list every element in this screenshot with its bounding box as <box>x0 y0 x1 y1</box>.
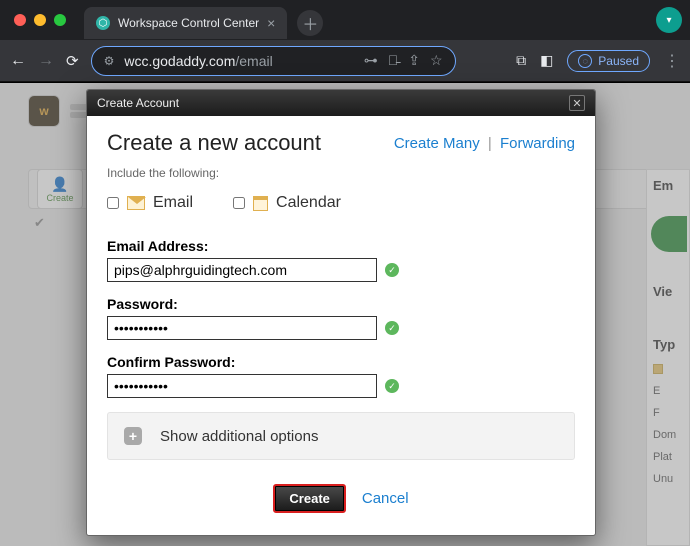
modal-header-links: Create Many | Forwarding <box>394 135 575 152</box>
browser-tab[interactable]: ⬡ Workspace Control Center × <box>84 7 287 39</box>
share-icon[interactable]: ⇪ <box>408 52 420 69</box>
modal-titlebar-text: Create Account <box>97 96 179 110</box>
window-controls <box>14 14 66 26</box>
valid-check-icon: ✓ <box>385 379 399 393</box>
confirm-password-input[interactable] <box>107 374 377 398</box>
extensions-icon[interactable]: ⧉ <box>516 52 526 69</box>
confirm-password-label: Confirm Password: <box>107 354 575 370</box>
mail-icon <box>127 196 145 210</box>
modal-heading: Create a new account <box>107 130 321 156</box>
tab-title: Workspace Control Center <box>118 16 259 30</box>
tab-overflow-button[interactable]: ▾ <box>656 7 682 33</box>
cancel-button[interactable]: Cancel <box>362 490 409 507</box>
plus-icon: + <box>124 427 142 445</box>
forwarding-link[interactable]: Forwarding <box>500 135 575 152</box>
page-content: w 👤 Create Ema 🔍 ✔ Em Vie Typ E F Dom Pl… <box>0 82 690 546</box>
url-host: wcc.godaddy.com <box>124 53 235 69</box>
password-label: Password: <box>107 296 575 312</box>
email-checkbox[interactable] <box>107 197 119 209</box>
key-icon[interactable]: ⊶ <box>364 52 378 69</box>
paused-label: Paused <box>598 54 639 68</box>
nav-back-button[interactable]: ← <box>10 52 26 70</box>
window-close-button[interactable] <box>14 14 26 26</box>
profile-paused-badge[interactable]: ◌ Paused <box>567 50 650 72</box>
url-text: wcc.godaddy.com/email <box>124 53 353 69</box>
modal-close-button[interactable]: ✕ <box>569 95 585 111</box>
window-maximize-button[interactable] <box>54 14 66 26</box>
profile-avatar-icon: ◌ <box>578 54 592 68</box>
browser-toolbar: ← → ⟳ ⚙ wcc.godaddy.com/email ⊶ 👁̵ ⇪ ☆ ⧉… <box>0 40 690 82</box>
option-email[interactable]: Email <box>107 194 193 212</box>
new-tab-button[interactable]: ＋ <box>297 10 323 36</box>
url-path: /email <box>235 53 272 69</box>
nav-reload-button[interactable]: ⟳ <box>66 52 79 70</box>
valid-check-icon: ✓ <box>385 263 399 277</box>
create-many-link[interactable]: Create Many <box>394 135 480 152</box>
address-bar[interactable]: ⚙ wcc.godaddy.com/email ⊶ 👁̵ ⇪ ☆ <box>91 46 456 76</box>
include-label: Include the following: <box>107 166 575 180</box>
password-input[interactable] <box>107 316 377 340</box>
option-email-label: Email <box>153 194 193 212</box>
calendar-checkbox[interactable] <box>233 197 245 209</box>
star-icon[interactable]: ☆ <box>430 52 443 69</box>
option-calendar[interactable]: Calendar <box>233 194 341 212</box>
email-address-label: Email Address: <box>107 238 575 254</box>
eye-off-icon[interactable]: 👁̵ <box>388 52 399 69</box>
valid-check-icon: ✓ <box>385 321 399 335</box>
nav-forward-button[interactable]: → <box>38 52 54 70</box>
browser-menu-icon[interactable]: ⋮ <box>664 51 680 71</box>
option-calendar-label: Calendar <box>276 194 341 212</box>
sidepanel-icon[interactable]: ◧ <box>540 52 553 69</box>
window-minimize-button[interactable] <box>34 14 46 26</box>
tab-close-icon[interactable]: × <box>267 15 275 31</box>
tab-favicon-icon: ⬡ <box>96 16 110 30</box>
create-button[interactable]: Create <box>273 484 345 513</box>
modal-titlebar: Create Account ✕ <box>87 90 595 116</box>
link-separator: | <box>488 135 492 152</box>
email-address-input[interactable] <box>107 258 377 282</box>
create-account-modal: Create Account ✕ Create a new account Cr… <box>86 89 596 536</box>
calendar-icon <box>253 196 268 211</box>
browser-tabstrip: ⬡ Workspace Control Center × ＋ ▾ <box>0 0 690 40</box>
site-settings-icon[interactable]: ⚙ <box>104 54 115 68</box>
show-additional-label: Show additional options <box>160 428 318 445</box>
show-additional-options[interactable]: + Show additional options <box>107 412 575 460</box>
